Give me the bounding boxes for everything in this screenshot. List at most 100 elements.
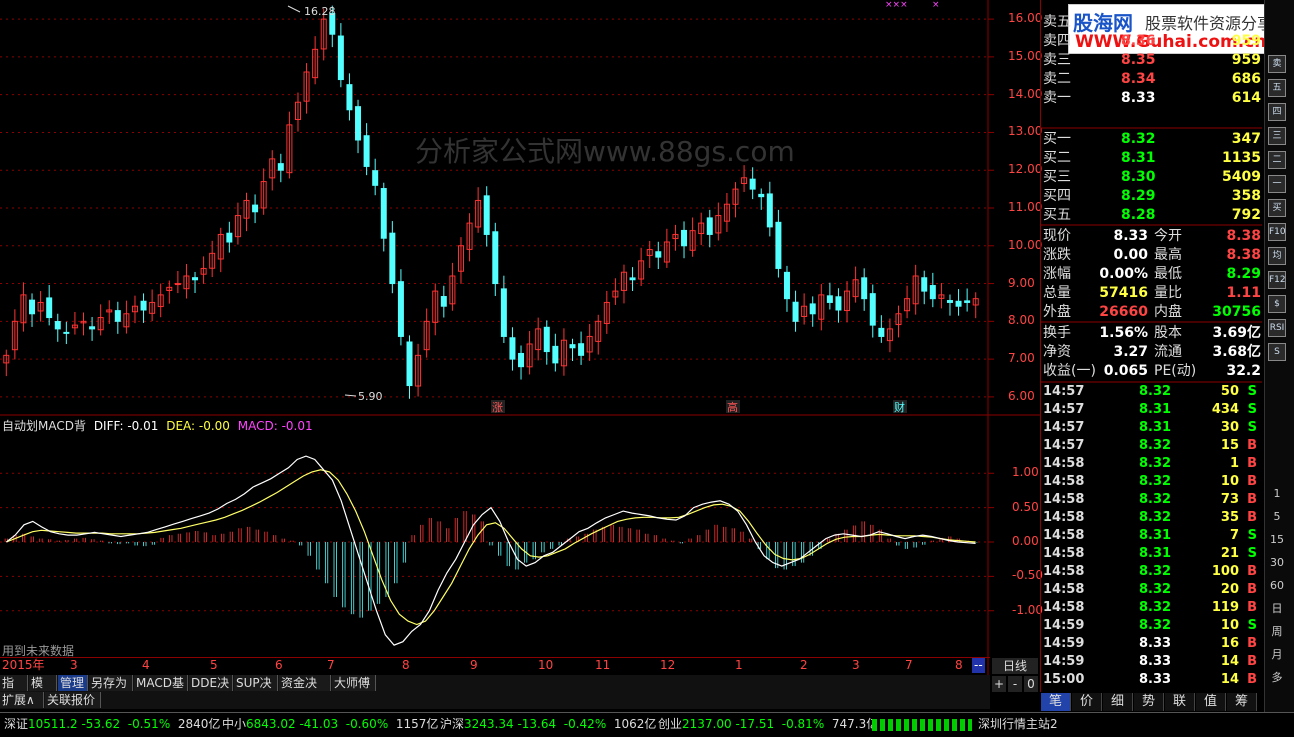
side-tool-icon[interactable]: 卖 [1268,55,1286,73]
price-tick-label: 12.00 [1008,162,1043,177]
toolbar-8[interactable]: 大师傅 [332,675,376,691]
tick-row: 14:58 8.32 119 B [1041,599,1263,617]
tick-volume: 73 [1220,492,1239,507]
zoom-button[interactable]: - [1008,676,1022,692]
detail-tab[interactable]: 细 [1103,693,1133,711]
server-station[interactable]: 深圳行情主站2 [978,713,1058,736]
macd-indicator-name[interactable]: 自动划MACD背 [2,419,86,433]
side-tool-icon[interactable]: S [1268,343,1286,361]
tick-volume: 50 [1220,384,1239,399]
tick-side: S [1247,402,1257,417]
toolbar-2[interactable]: 管理 [58,675,88,691]
quote-label: 现价 [1043,228,1071,244]
detail-tab[interactable]: 值 [1196,693,1226,711]
side-tool-icon[interactable]: 三 [1268,127,1286,145]
candle-body [226,232,233,243]
period-shortcut[interactable]: 多 [1268,669,1286,687]
row-label: 买二 [1043,150,1071,166]
candle-body [63,331,70,334]
quote-row: 涨跌 0.00 最高 8.38 [1041,246,1263,265]
tick-side: S [1247,546,1257,561]
toolbar-5[interactable]: DDE决策 [189,675,233,706]
top-marker: ××× [885,0,908,10]
tick-row: 14:58 8.32 10 B [1041,473,1263,491]
candle-body [277,163,284,171]
tick-price: 8.32 [1139,618,1172,633]
toolbar2-0[interactable]: 扩展∧ [0,692,44,708]
zoom-button[interactable]: + [992,676,1006,692]
detail-tab[interactable]: 联 [1165,693,1195,711]
tick-price: 8.31 [1139,546,1172,561]
period-shortcut[interactable]: 30 [1268,554,1286,572]
event-marker: 涨 [492,401,503,414]
quote-row: 涨幅 0.00% 最低 8.29 [1041,265,1263,284]
candle-body [758,193,765,198]
index-quote[interactable]: 沪深3243.34 -13.64 -0.42% 1062亿 [440,713,656,736]
side-tool-icon[interactable]: F10 [1268,223,1286,241]
date-tick-label: 1 [735,658,743,672]
tick-side: S [1247,528,1257,543]
candle-body [809,303,816,315]
period-shortcut[interactable]: 日 [1268,600,1286,618]
tick-side: S [1247,384,1257,399]
tick-volume: 10 [1220,474,1239,489]
row-volume: 686 [1231,71,1261,87]
tick-price: 8.32 [1139,438,1172,453]
quote-label: 股本 [1154,325,1182,341]
tick-time: 15:00 [1043,672,1085,687]
quote-label: 量比 [1154,285,1182,301]
period-shortcut[interactable]: 周 [1268,623,1286,641]
side-tool-icon[interactable]: 五 [1268,79,1286,97]
candle-body [749,178,756,190]
detail-tab[interactable]: 笔 [1041,693,1071,711]
period-shortcut[interactable]: 1 [1268,485,1286,503]
index-quote[interactable]: 中小6843.02 -41.03 -0.60% 1157亿 [222,713,438,736]
side-tool-icon[interactable]: 四 [1268,103,1286,121]
index-quote[interactable]: 创业2137.00 -17.51 -0.81% 747.3亿 [658,713,878,736]
toolbar2-1[interactable]: 关联报价 [45,692,101,708]
candle-body [337,35,344,81]
tick-side: B [1247,636,1257,651]
date-tick-label: 10 [538,658,554,672]
period-shortcut[interactable]: 60 [1268,577,1286,595]
toolbar-0[interactable]: 指标 [0,675,28,706]
toolbar-6[interactable]: SUP决策 [234,675,278,706]
toolbar-3[interactable]: 另存为 [89,675,133,691]
dea-value: DEA: -0.00 [166,419,230,433]
side-tool-icon[interactable]: F12 [1268,271,1286,289]
index-quote[interactable]: 深证10511.2 -53.62 -0.51% 2840亿 [4,713,220,736]
macd-tick-label: -1.00 [1012,602,1044,617]
side-tool-icon[interactable]: 二 [1268,151,1286,169]
row-volume: 614 [1231,90,1261,106]
period-label[interactable]: 日线 [992,658,1038,674]
side-tool-icon[interactable]: $ [1268,295,1286,313]
tick-side: S [1247,420,1257,435]
row-price: 8.36 [1121,33,1156,49]
quote-label: 涨跌 [1043,247,1071,263]
buy-row: 买二 8.31 1135 [1041,149,1263,168]
period-shortcut[interactable]: 5 [1268,508,1286,526]
detail-tab[interactable]: 势 [1134,693,1164,711]
side-tool-icon[interactable]: 均 [1268,247,1286,265]
tick-price: 8.32 [1139,564,1172,579]
detail-tab[interactable]: 价 [1072,693,1102,711]
tick-volume: 20 [1220,582,1239,597]
tick-volume: 14 [1220,654,1239,669]
toolbar-7[interactable]: 资金决策 [279,675,331,706]
app-window: { "chart_data": { "type": "candlestick-m… [0,0,1294,737]
period-shortcut[interactable]: 15 [1268,531,1286,549]
toolbar-1[interactable]: 模板 [29,675,57,706]
tick-row: 14:58 8.32 1 B [1041,455,1263,473]
macd-tick-label: 0.50 [1012,499,1039,514]
date-tick-label[interactable]: -- [972,658,985,673]
tick-time: 14:58 [1043,600,1085,615]
side-tool-icon[interactable]: 买 [1268,199,1286,217]
index-name: 沪深 [440,717,465,731]
date-tick-label: 3 [70,658,78,672]
side-tool-icon[interactable]: 一 [1268,175,1286,193]
detail-tab[interactable]: 筹 [1227,693,1257,711]
side-tool-icon[interactable]: RSI [1268,319,1286,337]
zoom-button[interactable]: 0 [1024,676,1038,692]
toolbar-4[interactable]: MACD基本 [134,675,188,706]
period-shortcut[interactable]: 月 [1268,646,1286,664]
